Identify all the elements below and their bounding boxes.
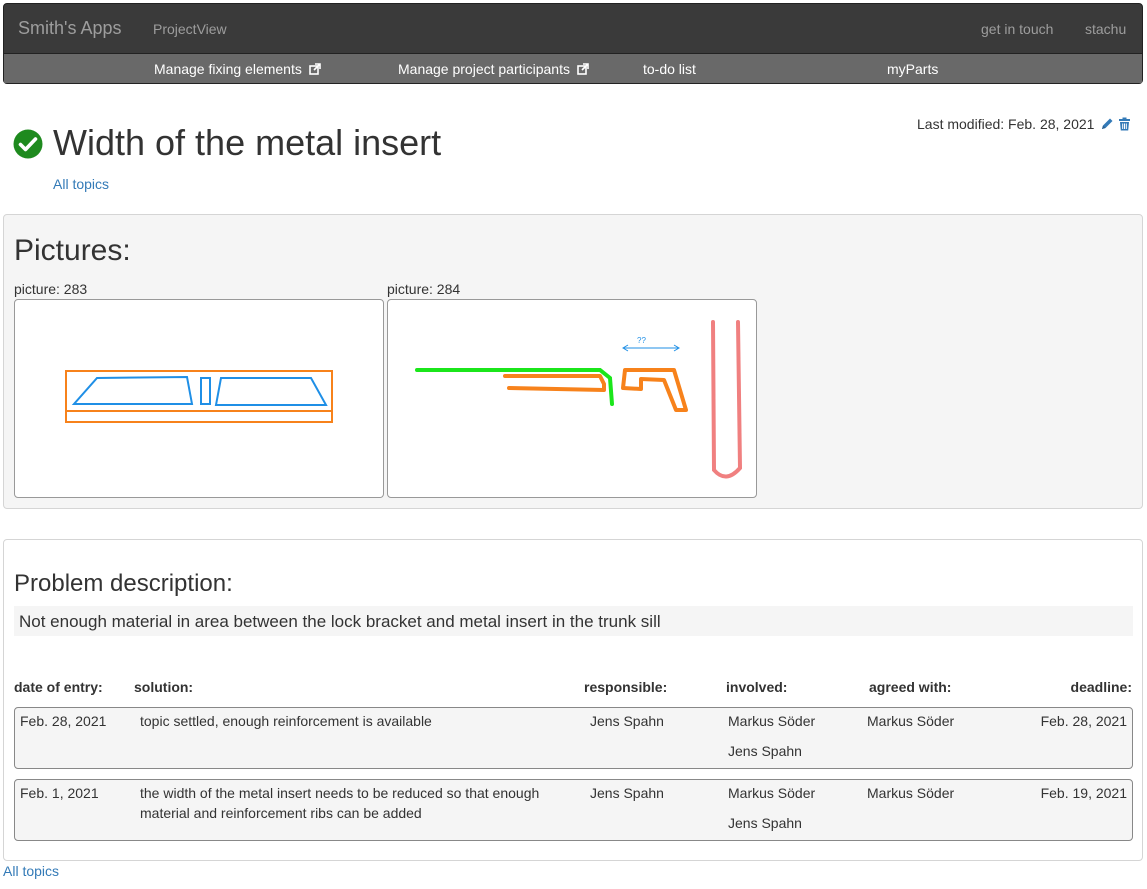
column-header-solution: solution: (134, 679, 194, 695)
entry-date: Feb. 28, 2021 (20, 713, 107, 729)
nav-manage-fixing-elements[interactable]: Manage fixing elements (154, 61, 321, 77)
all-topics-link[interactable]: All topics (53, 176, 109, 192)
external-link-icon (577, 63, 589, 75)
get-in-touch-link[interactable]: get in touch (981, 21, 1053, 37)
column-header-deadline: deadline: (1070, 679, 1132, 695)
column-header-date: date of entry: (14, 679, 103, 695)
last-modified: Last modified: Feb. 28, 2021 (917, 116, 1131, 134)
entry-deadline: Feb. 28, 2021 (1040, 713, 1127, 729)
nav-manage-project-participants[interactable]: Manage project participants (398, 61, 589, 77)
sketch-image: ?? (415, 320, 743, 479)
entry-responsible: Jens Spahn (590, 713, 664, 729)
entry-agreed: Markus Söder (867, 785, 955, 801)
user-menu-link[interactable]: stachu (1085, 21, 1126, 37)
dimension-annotation: ?? (637, 336, 646, 345)
entry-deadline: Feb. 19, 2021 (1040, 785, 1127, 801)
entry-involved: Markus Söder (728, 713, 816, 729)
picture-label: picture: 283 (14, 281, 88, 297)
nav-todo-list[interactable]: to-do list (643, 61, 696, 77)
pencil-icon[interactable] (1100, 117, 1114, 131)
last-modified-text: Last modified: Feb. 28, 2021 (917, 116, 1095, 132)
app-name-link[interactable]: ProjectView (153, 21, 227, 37)
problem-heading: Problem description: (14, 570, 233, 597)
entry-agreed: Markus Söder (867, 713, 955, 729)
all-topics-link-bottom[interactable]: All topics (3, 863, 59, 879)
pictures-heading: Pictures: (14, 234, 131, 267)
picture-thumbnail-284[interactable]: ?? (387, 299, 757, 498)
pictures-panel: Pictures: picture: 283 picture: 284 ?? (3, 214, 1143, 509)
problem-panel: Problem description: Not enough material… (3, 539, 1143, 861)
column-header-agreed: agreed with: (869, 679, 952, 695)
picture-thumbnail-283[interactable] (14, 299, 384, 498)
entry-responsible: Jens Spahn (590, 785, 664, 801)
problem-description: Not enough material in area between the … (14, 606, 1133, 636)
trash-icon[interactable] (1118, 117, 1131, 131)
picture-label: picture: 284 (387, 281, 461, 297)
nav-item-label: Manage project participants (398, 61, 570, 77)
entry-solution: topic settled, enough reinforcement is a… (140, 713, 432, 729)
external-link-icon (308, 63, 321, 75)
page-title: Width of the metal insert (53, 122, 442, 163)
solution-entry[interactable]: Feb. 28, 2021 topic settled, enough rein… (14, 707, 1133, 769)
entry-involved: Markus Söder (728, 785, 816, 801)
column-header-responsible: responsible: (584, 679, 668, 695)
brand-link[interactable]: Smith's Apps (18, 18, 121, 39)
column-header-involved: involved: (726, 679, 788, 695)
entry-involved: Jens Spahn (728, 743, 802, 759)
entry-involved: Jens Spahn (728, 815, 802, 831)
nav-item-label: Manage fixing elements (154, 61, 302, 77)
solution-entry[interactable]: Feb. 1, 2021 the width of the metal inse… (14, 779, 1133, 841)
sketch-image (65, 370, 333, 423)
nav-myparts[interactable]: myParts (887, 61, 938, 77)
entry-date: Feb. 1, 2021 (20, 785, 99, 801)
top-navbar: Smith's Apps ProjectView get in touch st… (3, 3, 1143, 84)
check-circle-icon (13, 129, 43, 159)
entry-solution: the width of the metal insert needs to b… (140, 785, 540, 821)
sub-navbar: Manage fixing elements Manage project pa… (4, 53, 1142, 83)
